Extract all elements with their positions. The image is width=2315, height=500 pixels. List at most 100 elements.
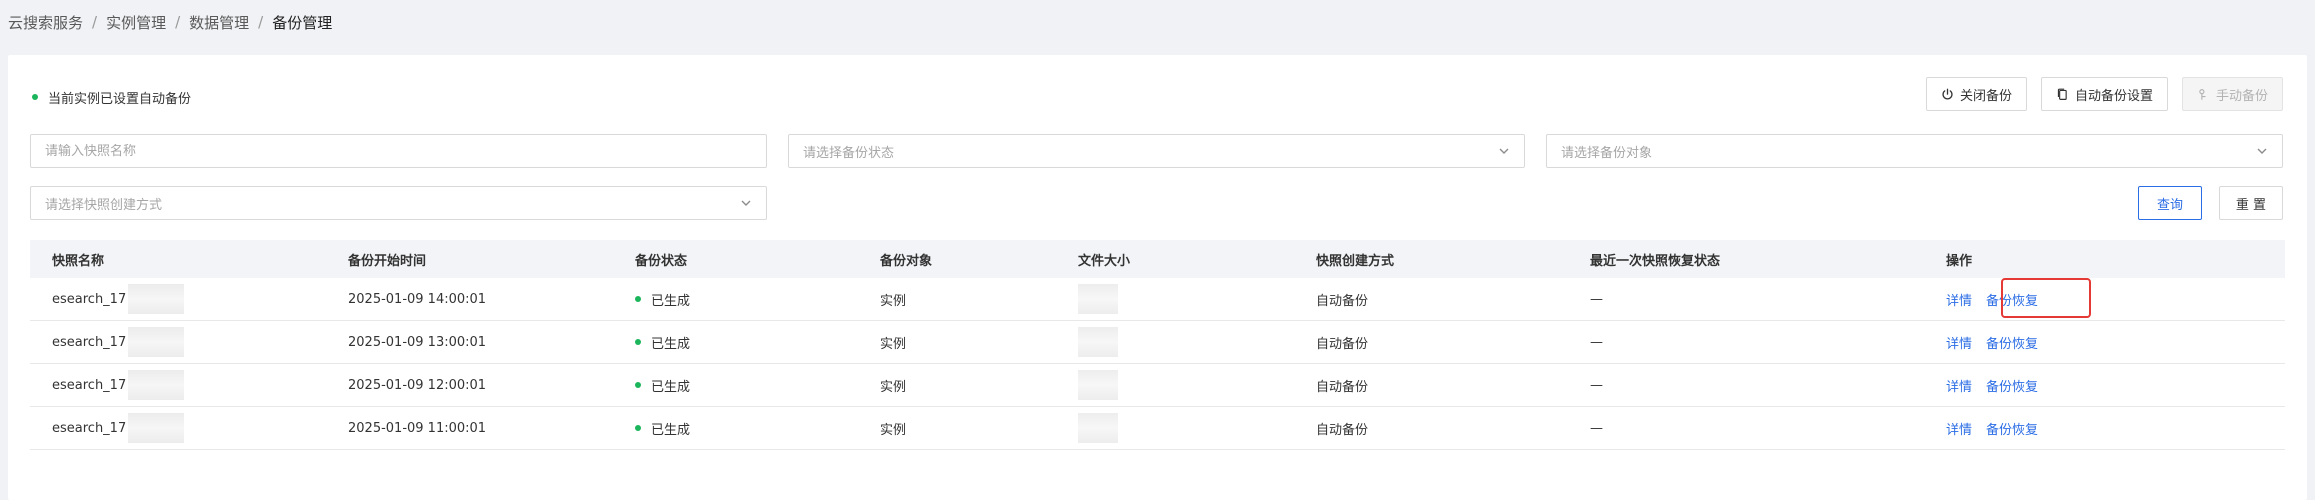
manual-backup-button[interactable]: 手动备份 — [2181, 77, 2283, 111]
actions-cell: 详情 备份恢复 — [1946, 333, 2038, 352]
breadcrumb-separator: / — [92, 13, 98, 31]
backup-restore-link[interactable]: 备份恢复 — [1986, 333, 2038, 352]
detail-link[interactable]: 详情 — [1946, 333, 1972, 352]
backup-status-cell: 已生成 — [635, 376, 690, 395]
close-backup-label: 关闭备份 — [1959, 88, 2012, 104]
auto-backup-status-text: 当前实例已设置自动备份 — [48, 91, 192, 107]
backup-restore-link[interactable]: 备份恢复 — [1986, 290, 2038, 309]
chevron-down-icon — [1499, 148, 1509, 154]
redacted-file-size — [1078, 413, 1118, 443]
redacted-file-size — [1078, 284, 1118, 314]
backup-object-cell: 实例 — [880, 336, 907, 352]
redacted-block — [128, 370, 185, 400]
backup-status-text: 已生成 — [651, 379, 691, 395]
status-dot-icon — [635, 339, 641, 345]
backup-status-text: 已生成 — [651, 293, 691, 309]
backup-object-placeholder: 请选择备份对象 — [1561, 145, 1653, 161]
actions-cell: 详情 备份恢复 — [1946, 290, 2038, 309]
restore-status-cell: — — [1590, 291, 1603, 307]
snapshot-name: esearch_17 — [52, 377, 127, 393]
detail-link[interactable]: 详情 — [1946, 419, 1972, 438]
snapshot-name-input[interactable] — [45, 143, 752, 159]
snapshot-name: esearch_17 — [52, 334, 127, 350]
backup-status-placeholder: 请选择备份状态 — [803, 145, 895, 161]
backup-object-cell: 实例 — [880, 379, 907, 395]
detail-link[interactable]: 详情 — [1946, 376, 1972, 395]
copy-icon — [2057, 88, 2067, 100]
breadcrumb-item-backup-management: 备份管理 — [272, 13, 333, 32]
creation-method-cell: 自动备份 — [1316, 336, 1369, 352]
header-file-size: 文件大小 — [1078, 253, 1131, 269]
header-backup-object: 备份对象 — [880, 253, 933, 269]
breadcrumb-item-instance-management[interactable]: 实例管理 — [106, 12, 166, 33]
breadcrumb-item-data-management[interactable]: 数据管理 — [189, 12, 249, 33]
actions-cell: 详情 备份恢复 — [1946, 376, 2038, 395]
status-dot-icon — [635, 296, 641, 302]
breadcrumb-separator: / — [258, 13, 264, 31]
snapshot-name-cell: esearch_17 — [52, 327, 185, 357]
backup-status-cell: 已生成 — [635, 419, 690, 438]
backup-status-cell: 已生成 — [635, 333, 690, 352]
redacted-block — [128, 413, 185, 443]
header-creation-method: 快照创建方式 — [1316, 253, 1395, 269]
backup-object-cell: 实例 — [880, 422, 907, 438]
backup-status-text: 已生成 — [651, 336, 691, 352]
header-actions: 操作 — [1946, 253, 1973, 269]
chevron-down-icon — [741, 200, 751, 206]
auto-backup-settings-button[interactable]: 自动备份设置 — [2040, 77, 2168, 111]
redacted-file-size — [1078, 327, 1118, 357]
backup-restore-link[interactable]: 备份恢复 — [1986, 419, 2038, 438]
backup-status-cell: 已生成 — [635, 290, 690, 309]
redacted-file-size — [1078, 370, 1118, 400]
creation-method-cell: 自动备份 — [1316, 422, 1369, 438]
snapshot-name: esearch_17 — [52, 420, 127, 436]
backup-object-cell: 实例 — [880, 293, 907, 309]
header-start-time: 备份开始时间 — [348, 253, 427, 269]
breadcrumb: 云搜索服务 / 实例管理 / 数据管理 / 备份管理 — [8, 10, 332, 34]
status-dot-icon — [635, 382, 641, 388]
table-row: esearch_17 2025-01-09 13:00:01 已生成 实例 自动… — [30, 321, 2285, 364]
header-restore-status: 最近一次快照恢复状态 — [1590, 253, 1721, 269]
creation-method-cell: 自动备份 — [1316, 293, 1369, 309]
snapshot-name-cell: esearch_17 — [52, 370, 185, 400]
chevron-down-icon — [2257, 148, 2267, 154]
detail-link[interactable]: 详情 — [1946, 290, 1972, 309]
query-button[interactable]: 查询 — [2138, 186, 2202, 220]
manual-backup-label: 手动备份 — [2215, 88, 2268, 104]
power-icon — [1942, 88, 1953, 99]
table-row: esearch_17 2025-01-09 12:00:01 已生成 实例 自动… — [30, 364, 2285, 407]
start-time-cell: 2025-01-09 13:00:01 — [348, 334, 487, 350]
redacted-block — [128, 327, 185, 357]
auto-backup-settings-label: 自动备份设置 — [2074, 88, 2153, 104]
close-backup-button[interactable]: 关闭备份 — [1925, 77, 2027, 111]
start-time-cell: 2025-01-09 14:00:01 — [348, 291, 487, 307]
snapshot-name-cell: esearch_17 — [52, 413, 185, 443]
snapshot-name-cell: esearch_17 — [52, 284, 185, 314]
table-header: 快照名称 备份开始时间 备份状态 备份对象 文件大小 快照创建方式 最近一次快照… — [30, 240, 2285, 278]
breadcrumb-item-search-service[interactable]: 云搜索服务 — [8, 12, 83, 33]
restore-status-cell: — — [1590, 334, 1603, 350]
creation-method-cell: 自动备份 — [1316, 379, 1369, 395]
header-snapshot-name: 快照名称 — [52, 253, 105, 269]
reset-button[interactable]: 重 置 — [2219, 186, 2283, 220]
backup-toolbar: 关闭备份 自动备份设置 手动备份 — [1925, 77, 2283, 111]
creation-method-select[interactable]: 请选择快照创建方式 — [30, 186, 767, 220]
backup-restore-link[interactable]: 备份恢复 — [1986, 376, 2038, 395]
breadcrumb-separator: / — [175, 13, 181, 31]
redacted-block — [128, 284, 185, 314]
table-row: esearch_17 2025-01-09 11:00:01 已生成 实例 自动… — [30, 407, 2285, 450]
start-time-cell: 2025-01-09 11:00:01 — [348, 420, 487, 436]
creation-method-placeholder: 请选择快照创建方式 — [45, 197, 163, 213]
start-time-cell: 2025-01-09 12:00:01 — [348, 377, 487, 393]
auto-backup-status: 当前实例已设置自动备份 — [32, 85, 191, 109]
backup-panel: 当前实例已设置自动备份 关闭备份 自动备份设置 手动备份 请选择备份状态 请选择… — [8, 55, 2307, 500]
backup-status-select[interactable]: 请选择备份状态 — [788, 134, 1525, 168]
restore-status-cell: — — [1590, 377, 1603, 393]
backup-object-select[interactable]: 请选择备份对象 — [1546, 134, 2283, 168]
status-dot-icon — [32, 94, 38, 100]
actions-cell: 详情 备份恢复 — [1946, 419, 2038, 438]
table-row: esearch_17 2025-01-09 14:00:01 已生成 实例 自动… — [30, 278, 2285, 321]
backup-table: 快照名称 备份开始时间 备份状态 备份对象 文件大小 快照创建方式 最近一次快照… — [30, 240, 2285, 450]
hand-icon — [2199, 88, 2206, 100]
header-backup-status: 备份状态 — [635, 253, 688, 269]
